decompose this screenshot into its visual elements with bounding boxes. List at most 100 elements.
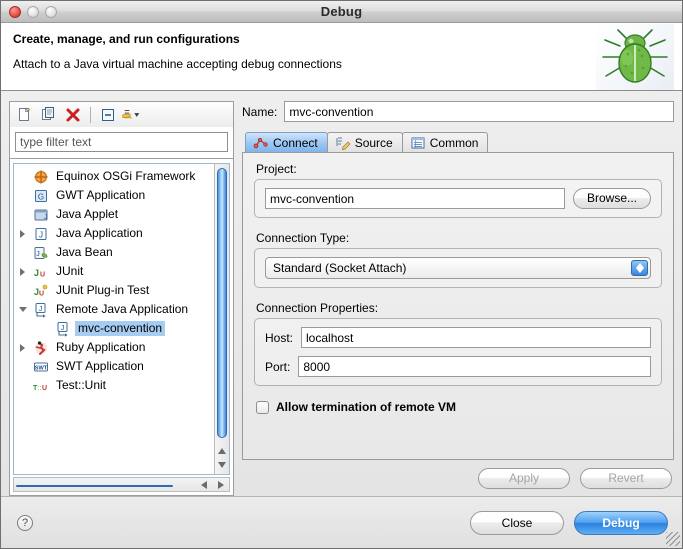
- tree-item-label: Ruby Application: [53, 340, 148, 355]
- connection-properties-group: Host: Port:: [254, 318, 662, 386]
- svg-text:J: J: [44, 214, 48, 221]
- tree-item-java-applet[interactable]: J Java Applet: [16, 205, 214, 224]
- configurations-tree-panel: Equinox OSGi FrameworkGGWT ApplicationJJ…: [9, 159, 234, 496]
- tree-vscroll-arrows[interactable]: [215, 444, 229, 474]
- java-application-icon: J: [33, 226, 49, 242]
- connection-type-group: Standard (Socket Attach): [254, 248, 662, 288]
- tree-item-junit-plug-in-test[interactable]: JUJUnit Plug-in Test: [16, 281, 214, 300]
- svg-text:J: J: [61, 325, 65, 332]
- tree-item-label: Java Applet: [53, 207, 121, 222]
- tree-item-java-application[interactable]: J Java Application: [16, 224, 214, 243]
- tree-hscroll-track[interactable]: [14, 483, 195, 487]
- equinox-icon: [33, 169, 49, 185]
- collapse-all-icon[interactable]: [98, 105, 118, 125]
- configuration-editor-panel: Name: ConnectSource Common Project: Brows…: [242, 101, 674, 496]
- tree-item-label: Java Bean: [53, 245, 116, 260]
- allow-termination-row[interactable]: Allow termination of remote VM: [256, 400, 662, 414]
- allow-termination-label: Allow termination of remote VM: [276, 400, 456, 414]
- collapse-arrow-icon[interactable]: [16, 307, 29, 312]
- browse-button[interactable]: Browse...: [573, 188, 651, 209]
- project-section: Project: Browse...: [254, 162, 662, 218]
- close-button[interactable]: Close: [470, 511, 564, 535]
- tree-vscroll-thumb[interactable]: [217, 168, 227, 438]
- host-input[interactable]: [301, 327, 651, 348]
- help-icon[interactable]: ?: [17, 515, 33, 531]
- project-label: Project:: [256, 162, 662, 176]
- duplicate-configuration-icon[interactable]: [39, 105, 59, 125]
- remote-java-icon: J: [33, 302, 49, 318]
- port-input[interactable]: [298, 356, 651, 377]
- tab-label: Common: [430, 136, 479, 150]
- tab-connect[interactable]: Connect: [245, 132, 328, 152]
- scroll-down-icon[interactable]: [218, 462, 226, 468]
- svg-text:J: J: [39, 230, 43, 239]
- debug-button[interactable]: Debug: [574, 511, 668, 535]
- tab-common[interactable]: Common: [402, 132, 489, 152]
- common-icon: [410, 135, 426, 151]
- tab-folder: ConnectSource Common Project: Browse... C…: [242, 131, 674, 460]
- filter-field-container: [9, 127, 234, 159]
- banner-subtitle: Attach to a Java virtual machine accepti…: [13, 57, 670, 71]
- dialog-banner: Create, manage, and run configurations A…: [1, 23, 682, 91]
- tree-item-equinox-osgi-framework[interactable]: Equinox OSGi Framework: [16, 167, 214, 186]
- tree-item-label: Remote Java Application: [53, 302, 191, 317]
- title-bar: Debug: [1, 1, 682, 23]
- tree-vscroll-track[interactable]: [215, 164, 229, 444]
- stepper-down-icon[interactable]: [636, 268, 644, 273]
- expand-arrow-icon[interactable]: [16, 268, 29, 276]
- tree-item-label: Java Application: [53, 226, 146, 241]
- connection-type-section: Connection Type: Standard (Socket Attach…: [254, 231, 662, 288]
- apply-button[interactable]: Apply: [478, 468, 570, 489]
- connection-type-stepper-icon[interactable]: [631, 260, 648, 276]
- gwt-icon: G: [33, 188, 49, 204]
- resize-grip[interactable]: [666, 532, 680, 546]
- tree-item-label: GWT Application: [53, 188, 148, 203]
- allow-termination-checkbox[interactable]: [256, 401, 269, 414]
- green-bug-icon: [596, 24, 674, 90]
- connection-type-combo[interactable]: Standard (Socket Attach): [265, 257, 651, 279]
- tree-item-label: JUnit: [53, 264, 86, 279]
- configuration-name-input[interactable]: [284, 101, 674, 122]
- tree-hscroll-arrows[interactable]: [195, 481, 229, 489]
- configurations-tree-list[interactable]: Equinox OSGi FrameworkGGWT ApplicationJJ…: [14, 164, 214, 474]
- delete-configuration-icon[interactable]: [63, 105, 83, 125]
- tree-item-ruby-application[interactable]: Ruby Application: [16, 338, 214, 357]
- tab-strip[interactable]: ConnectSource Common: [242, 131, 674, 152]
- svg-text:SWT: SWT: [35, 365, 48, 371]
- tree-item-label: mvc-convention: [75, 321, 165, 336]
- tree-horizontal-scrollbar[interactable]: [13, 477, 230, 492]
- tree-vertical-scrollbar[interactable]: [214, 164, 229, 474]
- ruby-icon: [33, 340, 49, 356]
- tree-item-swt-application[interactable]: SWT SWT Application: [16, 357, 214, 376]
- junit-icon: JU: [33, 264, 49, 280]
- tree-item-remote-java-application[interactable]: J Remote Java Application: [16, 300, 214, 319]
- connection-properties-label: Connection Properties:: [256, 301, 662, 315]
- tree-hscroll-thumb[interactable]: [16, 485, 173, 487]
- connect-tab-content: Project: Browse... Connection Type:: [242, 152, 674, 460]
- java-bean-icon: J: [33, 245, 49, 261]
- tree-item-test-unit[interactable]: T::UTest::Unit: [16, 376, 214, 395]
- tab-source[interactable]: Source: [327, 132, 403, 152]
- scroll-left-icon[interactable]: [201, 481, 207, 489]
- scroll-right-icon[interactable]: [218, 481, 224, 489]
- revert-button[interactable]: Revert: [580, 468, 672, 489]
- filter-icon[interactable]: [122, 105, 142, 125]
- tree-item-junit[interactable]: JU JUnit: [16, 262, 214, 281]
- svg-text:J: J: [36, 251, 40, 258]
- tree-item-java-bean[interactable]: J Java Bean: [16, 243, 214, 262]
- test-unit-icon: T::U: [33, 378, 49, 394]
- remote-java-icon: J: [55, 321, 71, 337]
- type-filter-text-input[interactable]: [15, 132, 228, 152]
- tree-item-mvc-convention[interactable]: Jmvc-convention: [16, 319, 214, 338]
- expand-arrow-icon[interactable]: [16, 230, 29, 238]
- scroll-up-icon[interactable]: [218, 448, 226, 454]
- tree-item-gwt-application[interactable]: G GWT Application: [16, 186, 214, 205]
- host-label: Host:: [265, 331, 293, 345]
- name-row: Name:: [242, 101, 674, 122]
- tree-item-label: SWT Application: [53, 359, 147, 374]
- expand-arrow-icon[interactable]: [16, 344, 29, 352]
- connect-icon: [253, 135, 269, 151]
- project-input[interactable]: [265, 188, 565, 209]
- new-configuration-icon[interactable]: [15, 105, 35, 125]
- tree-item-label: Equinox OSGi Framework: [53, 169, 198, 184]
